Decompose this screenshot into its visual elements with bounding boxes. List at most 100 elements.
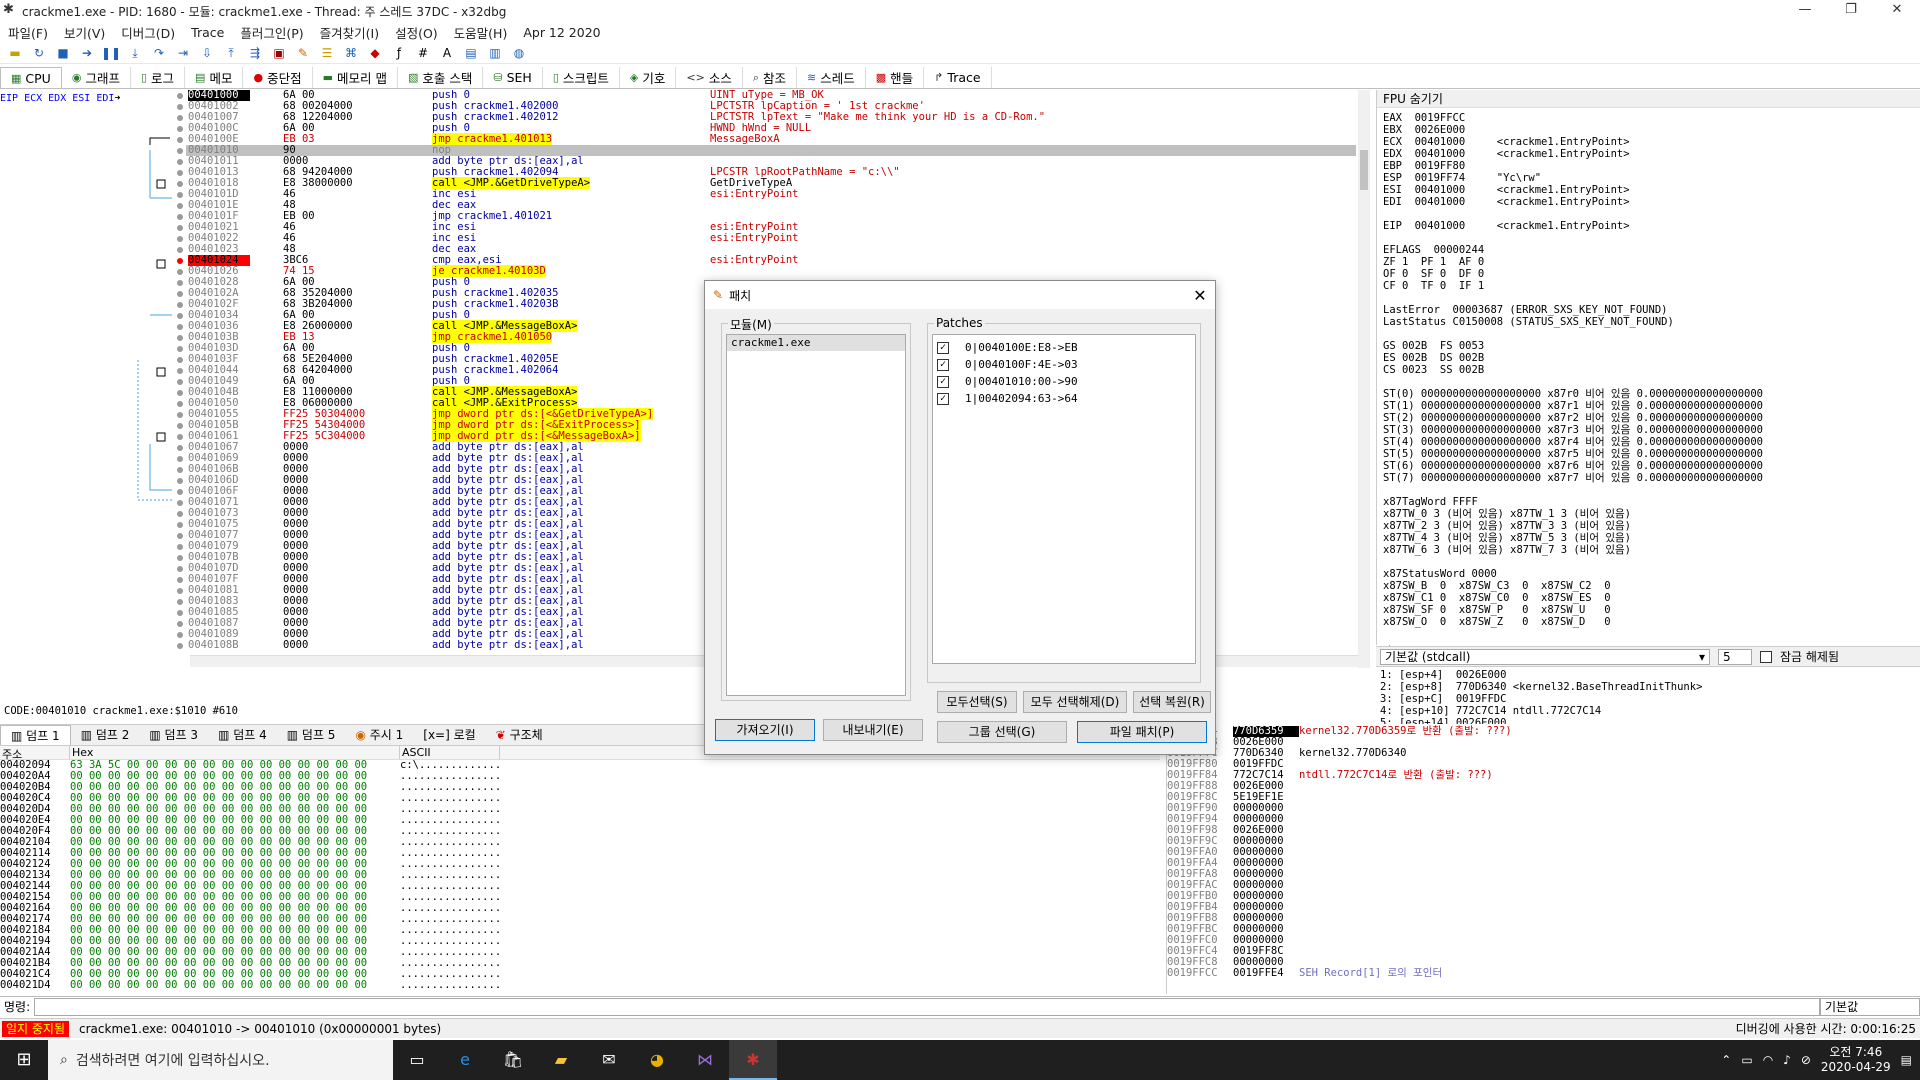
trace-into-icon[interactable]: ⇥ <box>172 44 194 62</box>
tab-symbols[interactable]: ◈ 기호 <box>620 67 677 88</box>
breakpoint-toggle[interactable] <box>177 555 183 561</box>
breakpoint-toggle[interactable] <box>177 192 183 198</box>
taskbar-search[interactable]: ⌕ 검색하려면 여기에 입력하십시오. <box>48 1040 393 1080</box>
explorer-icon[interactable]: ▰ <box>537 1040 585 1080</box>
step-into-icon[interactable]: ⤓ <box>124 44 146 62</box>
register-line[interactable]: x87TW_2 3 (비어 있음) x87TW_3 3 (비어 있음) <box>1383 520 1914 532</box>
volume-icon[interactable]: ♪ <box>1783 1053 1791 1067</box>
tab-threads[interactable]: ≋ 스레드 <box>797 67 866 88</box>
notes-icon[interactable]: ▥ <box>484 44 506 62</box>
restore-selected-button[interactable]: 선택 복원(R) <box>1133 691 1211 713</box>
menu-favourites[interactable]: 즐겨찾기(I) <box>312 23 387 42</box>
register-line[interactable]: x87TW_0 3 (비어 있음) x87TW_1 3 (비어 있음) <box>1383 508 1914 520</box>
register-line[interactable]: EAX 0019FFCC <box>1383 112 1914 124</box>
calling-convention-select[interactable]: 기본값 (stdcall) ▾ <box>1380 648 1710 665</box>
patch-file-button[interactable]: 파일 패치(P) <box>1077 721 1207 743</box>
breakpoint-toggle[interactable] <box>177 148 183 154</box>
patch-item[interactable]: ✓ 0|0040100F:4E->03 <box>933 356 1195 373</box>
mail-icon[interactable]: ✉ <box>585 1040 633 1080</box>
register-line[interactable]: CF 0 TF 0 IF 1 <box>1383 280 1914 292</box>
register-line[interactable]: EDI 00401000 <crackme1.EntryPoint> <box>1383 196 1914 208</box>
breakpoint-toggle[interactable] <box>177 522 183 528</box>
register-line[interactable]: ST(4) 0000000000000000000 x87r4 비어 있음 0.… <box>1383 436 1914 448</box>
register-line[interactable] <box>1383 328 1914 340</box>
breakpoint-toggle[interactable] <box>177 544 183 550</box>
breakpoint-toggle[interactable] <box>177 137 183 143</box>
register-line[interactable] <box>1383 208 1914 220</box>
tab-script[interactable]: ▯ 스크립트 <box>543 67 620 88</box>
scrollbar-thumb[interactable] <box>1360 150 1368 190</box>
breakpoint-toggle[interactable] <box>177 93 183 99</box>
patch-item[interactable]: ✓ 0|00401010:00->90 <box>933 373 1195 390</box>
menu-view[interactable]: 보기(V) <box>56 23 113 42</box>
minimize-button[interactable]: — <box>1782 0 1828 22</box>
register-line[interactable]: GS 002B FS 0053 <box>1383 340 1914 352</box>
tab-dump-5[interactable]: ▥ 덤프 5 <box>277 725 346 745</box>
breakpoint-toggle[interactable] <box>177 489 183 495</box>
register-line[interactable] <box>1383 292 1914 304</box>
menu-trace[interactable]: Trace <box>183 25 232 40</box>
scylla-icon[interactable]: ▣ <box>268 44 290 62</box>
register-line[interactable]: OF 0 SF 0 DF 0 <box>1383 268 1914 280</box>
breakpoint-toggle[interactable] <box>177 423 183 429</box>
breakpoint-toggle[interactable] <box>177 632 183 638</box>
breakpoint-toggle[interactable] <box>177 225 183 231</box>
patch-checkbox[interactable]: ✓ <box>937 341 949 354</box>
register-line[interactable]: x87TW_6 3 (비어 있음) x87TW_7 3 (비어 있음) <box>1383 544 1914 556</box>
patch-item[interactable]: ✓ 1|00402094:63->64 <box>933 390 1195 407</box>
arg-count-spinner[interactable]: 5 <box>1718 648 1752 665</box>
register-line[interactable]: x87SW_O 0 x87SW_Z 0 x87SW_D 0 <box>1383 616 1914 628</box>
tab-log[interactable]: ▯ 로그 <box>131 67 186 88</box>
register-line[interactable]: EBX 0026E000 <box>1383 124 1914 136</box>
patch-checkbox[interactable]: ✓ <box>937 358 949 371</box>
network-icon[interactable]: ◠ <box>1763 1053 1773 1067</box>
tab-notes[interactable]: ▤ 메모 <box>185 67 244 88</box>
patch-checkbox[interactable]: ✓ <box>937 375 949 388</box>
breakpoint-toggle[interactable] <box>177 258 183 264</box>
label-icon[interactable]: ⌘ <box>340 44 362 62</box>
run-to-user-code-icon[interactable]: ⇶ <box>244 44 266 62</box>
tab-breakpoints[interactable]: ● 중단점 <box>243 67 313 88</box>
register-line[interactable]: EBP 0019FF80 <box>1383 160 1914 172</box>
tab-memory-map[interactable]: ▬ 메모리 맵 <box>313 67 398 88</box>
breakpoint-toggle[interactable] <box>177 302 183 308</box>
patch-checkbox[interactable]: ✓ <box>937 392 949 405</box>
register-line[interactable]: ECX 00401000 <crackme1.EntryPoint> <box>1383 136 1914 148</box>
windows-start-icon[interactable]: ⊞ <box>0 1040 48 1080</box>
breakpoint-toggle[interactable] <box>177 346 183 352</box>
breakpoint-toggle[interactable] <box>177 610 183 616</box>
breakpoint-toggle[interactable] <box>177 357 183 363</box>
breakpoint-toggle[interactable] <box>177 588 183 594</box>
trace-over-icon[interactable]: ⇩ <box>196 44 218 62</box>
breakpoint-toggle[interactable] <box>177 115 183 121</box>
tab-graph[interactable]: ◉ 그래프 <box>62 67 131 88</box>
tab-dump-4[interactable]: ▥ 덤프 4 <box>208 725 277 745</box>
font-icon[interactable]: A <box>436 44 458 62</box>
menu-file[interactable]: 파일(F) <box>0 23 56 42</box>
breakpoint-toggle[interactable] <box>177 313 183 319</box>
chrome-icon[interactable]: ◕ <box>633 1040 681 1080</box>
close-button[interactable]: ✕ <box>1874 0 1920 22</box>
register-line[interactable]: CS 0023 SS 002B <box>1383 364 1914 376</box>
breakpoint-toggle[interactable] <box>177 467 183 473</box>
bookmark-icon[interactable]: ◆ <box>364 44 386 62</box>
command-input[interactable] <box>34 997 1820 1016</box>
patches-list[interactable]: ✓ 0|0040100E:E8->EB ✓ 0|0040100F:4E->03 ✓ 0… <box>932 334 1196 664</box>
tab-struct[interactable]: ❦ 구조체 <box>486 725 553 745</box>
clock[interactable]: 오전 7:46 2020-04-29 <box>1821 1045 1891 1075</box>
disasm-instruction[interactable]: add byte ptr ds:[eax],al <box>432 639 584 651</box>
dump-pane[interactable]: 주소 Hex ASCII 00402094 63 3A 5C 00 00 00 0… <box>0 746 1160 994</box>
hash-icon[interactable]: # <box>412 44 434 62</box>
breakpoint-toggle[interactable] <box>177 324 183 330</box>
tab-seh[interactable]: ⛁ SEH <box>483 67 543 88</box>
breakpoint-toggle[interactable] <box>177 401 183 407</box>
tab-dump-1[interactable]: ▥ 덤프 1 <box>0 725 71 745</box>
module-item[interactable]: crackme1.exe <box>727 335 905 351</box>
x64dbg-taskbar-icon[interactable]: ✱ <box>729 1040 777 1080</box>
register-line[interactable]: ST(0) 0000000000000000000 x87r0 비어 있음 0.… <box>1383 388 1914 400</box>
register-line[interactable]: EFLAGS 00000244 <box>1383 244 1914 256</box>
open-icon[interactable]: ▬ <box>4 44 26 62</box>
tab-watch-1[interactable]: ◉ 주시 1 <box>345 725 413 745</box>
ime-icon[interactable]: ⊘ <box>1801 1053 1811 1067</box>
tab-dump-3[interactable]: ▥ 덤프 3 <box>139 725 208 745</box>
